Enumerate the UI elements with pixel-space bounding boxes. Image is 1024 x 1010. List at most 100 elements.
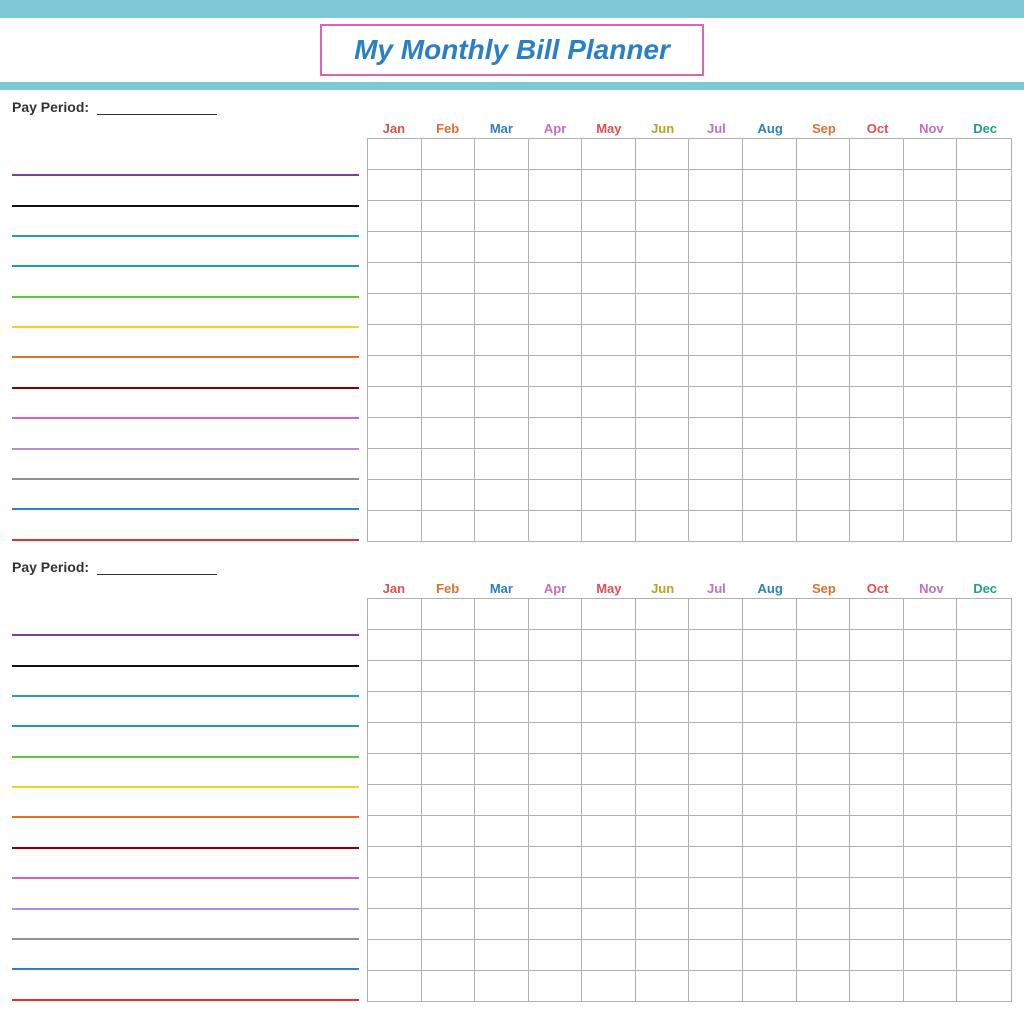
grid-cell[interactable] bbox=[957, 909, 1011, 939]
grid-cell[interactable] bbox=[582, 356, 636, 386]
grid-cell[interactable] bbox=[582, 449, 636, 479]
grid-cell[interactable] bbox=[957, 263, 1011, 293]
grid-cell[interactable] bbox=[636, 263, 690, 293]
grid-cell[interactable] bbox=[743, 170, 797, 200]
grid-cell[interactable] bbox=[582, 325, 636, 355]
grid-cell[interactable] bbox=[368, 480, 422, 510]
grid-cell[interactable] bbox=[475, 878, 529, 908]
grid-cell[interactable] bbox=[904, 263, 958, 293]
grid-cell[interactable] bbox=[904, 971, 958, 1001]
grid-cell[interactable] bbox=[957, 294, 1011, 324]
grid-cell[interactable] bbox=[957, 785, 1011, 815]
grid-cell[interactable] bbox=[636, 940, 690, 970]
grid-cell[interactable] bbox=[422, 325, 476, 355]
grid-cell[interactable] bbox=[422, 139, 476, 169]
grid-cell[interactable] bbox=[636, 816, 690, 846]
grid-cell[interactable] bbox=[850, 480, 904, 510]
grid-cell[interactable] bbox=[636, 139, 690, 169]
grid-cell[interactable] bbox=[904, 816, 958, 846]
grid-cell[interactable] bbox=[850, 201, 904, 231]
grid-cell[interactable] bbox=[529, 387, 583, 417]
grid-cell[interactable] bbox=[529, 661, 583, 691]
grid-cell[interactable] bbox=[743, 232, 797, 262]
grid-cell[interactable] bbox=[582, 847, 636, 877]
grid-cell[interactable] bbox=[689, 449, 743, 479]
grid-cell[interactable] bbox=[957, 847, 1011, 877]
grid-cell[interactable] bbox=[475, 847, 529, 877]
grid-cell[interactable] bbox=[475, 723, 529, 753]
grid-cell[interactable] bbox=[689, 263, 743, 293]
grid-cell[interactable] bbox=[475, 418, 529, 448]
grid-cell[interactable] bbox=[422, 878, 476, 908]
grid-cell[interactable] bbox=[422, 599, 476, 629]
grid-cell[interactable] bbox=[368, 599, 422, 629]
grid-cell[interactable] bbox=[422, 630, 476, 660]
grid-cell[interactable] bbox=[689, 692, 743, 722]
grid-cell[interactable] bbox=[368, 940, 422, 970]
grid-cell[interactable] bbox=[529, 971, 583, 1001]
grid-cell[interactable] bbox=[797, 940, 851, 970]
grid-cell[interactable] bbox=[797, 139, 851, 169]
grid-cell[interactable] bbox=[797, 661, 851, 691]
grid-cell[interactable] bbox=[475, 630, 529, 660]
grid-cell[interactable] bbox=[529, 940, 583, 970]
grid-cell[interactable] bbox=[636, 356, 690, 386]
grid-cell[interactable] bbox=[743, 449, 797, 479]
grid-cell[interactable] bbox=[422, 387, 476, 417]
grid-cell[interactable] bbox=[422, 356, 476, 386]
grid-cell[interactable] bbox=[904, 847, 958, 877]
grid-cell[interactable] bbox=[582, 816, 636, 846]
grid-cell[interactable] bbox=[743, 387, 797, 417]
grid-cell[interactable] bbox=[797, 232, 851, 262]
grid-cell[interactable] bbox=[422, 232, 476, 262]
grid-cell[interactable] bbox=[636, 971, 690, 1001]
grid-cell[interactable] bbox=[636, 201, 690, 231]
grid-cell[interactable] bbox=[475, 449, 529, 479]
grid-cell[interactable] bbox=[797, 878, 851, 908]
grid-cell[interactable] bbox=[475, 139, 529, 169]
grid-cell[interactable] bbox=[368, 449, 422, 479]
grid-cell[interactable] bbox=[743, 418, 797, 448]
grid-cell[interactable] bbox=[582, 754, 636, 784]
grid-cell[interactable] bbox=[689, 909, 743, 939]
grid-cell[interactable] bbox=[743, 599, 797, 629]
grid-cell[interactable] bbox=[422, 449, 476, 479]
grid-cell[interactable] bbox=[636, 723, 690, 753]
grid-cell[interactable] bbox=[850, 232, 904, 262]
grid-cell[interactable] bbox=[743, 325, 797, 355]
grid-cell[interactable] bbox=[850, 692, 904, 722]
grid-cell[interactable] bbox=[743, 878, 797, 908]
grid-cell[interactable] bbox=[529, 785, 583, 815]
grid-cell[interactable] bbox=[797, 599, 851, 629]
grid-cell[interactable] bbox=[582, 387, 636, 417]
grid-cell[interactable] bbox=[689, 356, 743, 386]
grid-cell[interactable] bbox=[957, 480, 1011, 510]
grid-cell[interactable] bbox=[743, 630, 797, 660]
grid-cell[interactable] bbox=[904, 723, 958, 753]
grid-cell[interactable] bbox=[422, 754, 476, 784]
grid-cell[interactable] bbox=[797, 630, 851, 660]
grid-cell[interactable] bbox=[636, 449, 690, 479]
grid-cell[interactable] bbox=[582, 139, 636, 169]
grid-cell[interactable] bbox=[582, 480, 636, 510]
grid-cell[interactable] bbox=[689, 847, 743, 877]
grid-cell[interactable] bbox=[850, 785, 904, 815]
grid-cell[interactable] bbox=[957, 201, 1011, 231]
grid-cell[interactable] bbox=[743, 909, 797, 939]
grid-cell[interactable] bbox=[957, 692, 1011, 722]
grid-cell[interactable] bbox=[957, 723, 1011, 753]
grid-cell[interactable] bbox=[529, 325, 583, 355]
grid-cell[interactable] bbox=[368, 754, 422, 784]
grid-cell[interactable] bbox=[636, 232, 690, 262]
grid-cell[interactable] bbox=[904, 387, 958, 417]
grid-cell[interactable] bbox=[582, 971, 636, 1001]
grid-cell[interactable] bbox=[957, 139, 1011, 169]
grid-cell[interactable] bbox=[850, 630, 904, 660]
grid-cell[interactable] bbox=[957, 816, 1011, 846]
grid-cell[interactable] bbox=[797, 511, 851, 541]
grid-cell[interactable] bbox=[475, 263, 529, 293]
grid-cell[interactable] bbox=[529, 480, 583, 510]
grid-cell[interactable] bbox=[422, 170, 476, 200]
grid-cell[interactable] bbox=[904, 418, 958, 448]
grid-cell[interactable] bbox=[368, 139, 422, 169]
